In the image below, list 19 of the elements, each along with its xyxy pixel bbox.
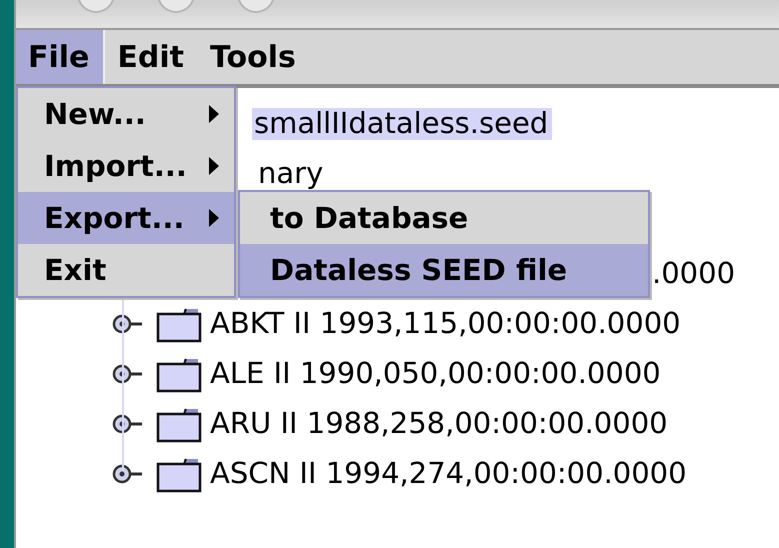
submenu-arrow-icon bbox=[208, 208, 220, 228]
menu-entry[interactable]: Export... bbox=[18, 192, 234, 244]
tree-item[interactable]: ASCN II 1994,274,00:00:00.0000 bbox=[208, 458, 691, 490]
menu-item[interactable]: Edit bbox=[105, 30, 198, 84]
tree-item[interactable]: smallIIdataless.seed bbox=[252, 108, 552, 140]
menu-item[interactable]: Tools bbox=[198, 30, 310, 84]
menu-entry[interactable]: Dataless SEED file bbox=[240, 244, 648, 296]
menu-entry[interactable]: New... bbox=[18, 88, 234, 140]
tree-item[interactable]: ABKT II 1993,115,00:00:00.0000 bbox=[208, 308, 685, 340]
menu-entry[interactable]: Import... bbox=[18, 140, 234, 192]
menu-item[interactable]: File bbox=[16, 30, 106, 84]
tree-item[interactable]: .0000 bbox=[650, 258, 740, 290]
tree-item[interactable]: nary bbox=[256, 158, 328, 190]
submenu-arrow-icon bbox=[208, 104, 220, 124]
menu-entry[interactable]: Exit bbox=[18, 244, 234, 296]
tree-item[interactable]: ARU II 1988,258,00:00:00.0000 bbox=[208, 408, 672, 440]
tree-item[interactable]: ALE II 1990,050,00:00:00.0000 bbox=[208, 358, 665, 390]
menu-entry[interactable]: to Database bbox=[240, 192, 648, 244]
submenu-arrow-icon bbox=[208, 156, 220, 176]
